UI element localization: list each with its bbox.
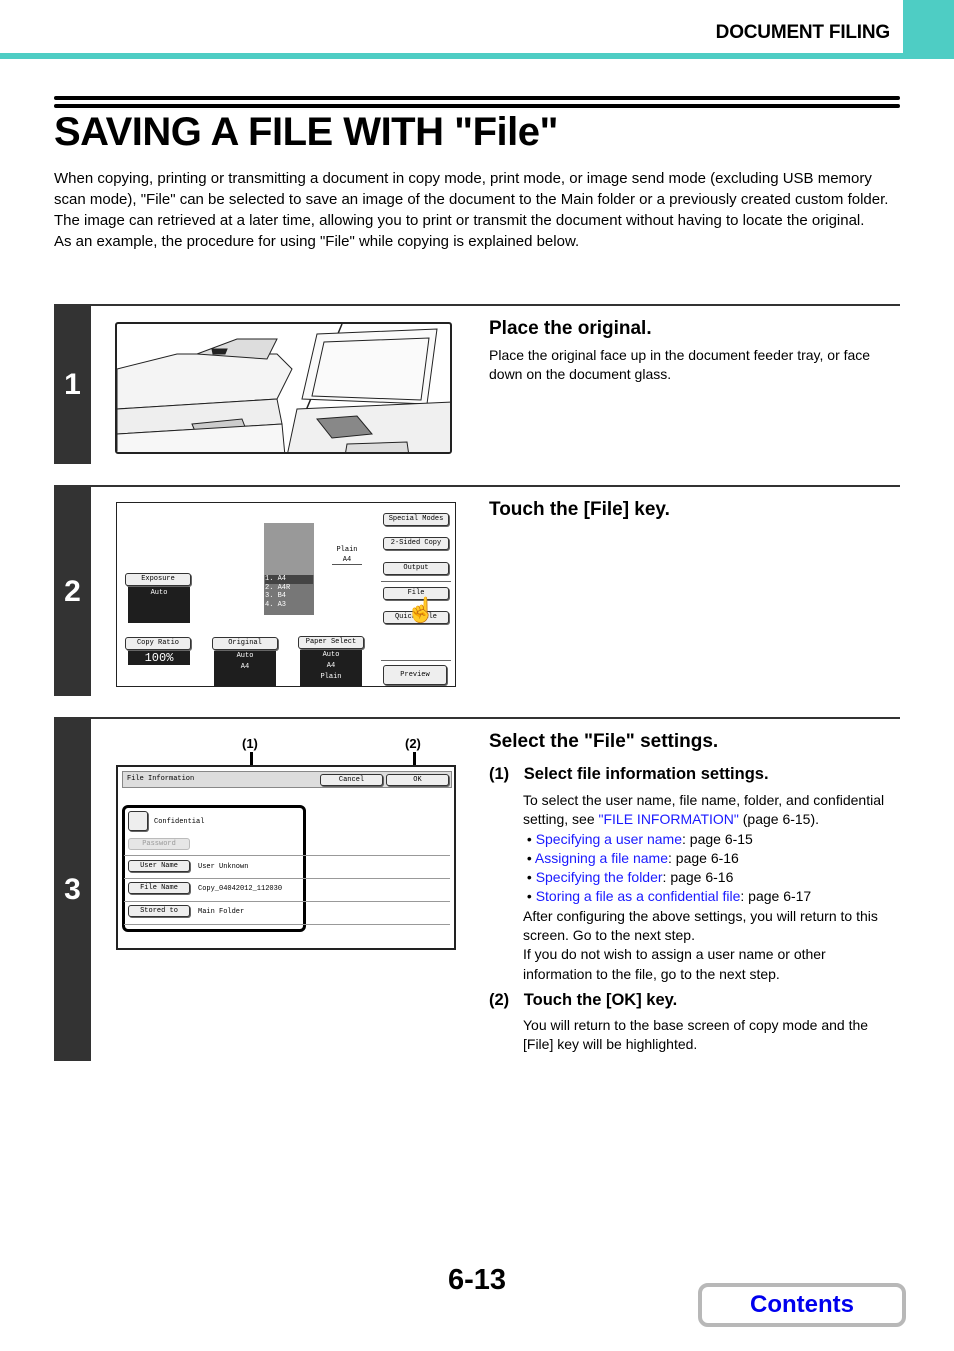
intro-paragraph-1: When copying, printing or transmitting a… [54, 170, 889, 229]
paper-select-size: A4 [326, 662, 336, 670]
output-paper-type: Plain [336, 546, 358, 554]
header-accent-block [903, 0, 954, 59]
step-number: 1 [54, 306, 91, 464]
section-title: DOCUMENT FILING [715, 22, 891, 43]
confidential-label: Confidential [154, 818, 205, 826]
user-name-button[interactable]: User Name [128, 860, 190, 872]
original-value: Auto [236, 652, 254, 660]
title-rule-bottom [54, 104, 900, 108]
substep-1-title: Select file information settings. [523, 765, 769, 783]
step-1-title: Place the original. [489, 318, 652, 339]
substep-1-body: To select the user name, file name, fold… [523, 791, 895, 984]
file-information-screen: File Information Cancel OK Confidential … [116, 765, 456, 950]
user-name-value: User Unknown [198, 863, 249, 871]
step-1: 1 Place the original. Place the original… [54, 304, 900, 464]
page-ref: : page 6-17 [740, 888, 812, 905]
file-name-button[interactable]: File Name [128, 882, 190, 894]
page-ref: : page 6-16 [662, 869, 734, 886]
link-specifying-user-name[interactable]: Specifying a user name [536, 831, 682, 847]
copier-illustration [115, 322, 452, 454]
link-specifying-folder[interactable]: Specifying the folder [536, 869, 663, 885]
original-size: A4 [240, 663, 250, 671]
tray-item[interactable]: 4. A3 [265, 601, 313, 610]
paper-select-button[interactable]: Paper Select [298, 636, 364, 649]
file-name-value: Copy_04042012_112030 [198, 885, 283, 893]
substep-1-after-2: If you do not wish to assign a user name… [523, 946, 826, 982]
two-sided-copy-button[interactable]: 2-Sided Copy [383, 537, 449, 550]
step-3-title: Select the "File" settings. [489, 731, 719, 752]
contents-button[interactable]: Contents [698, 1283, 906, 1327]
title-rule-top [54, 96, 900, 100]
special-modes-button[interactable]: Special Modes [383, 513, 449, 526]
intro-text: When copying, printing or transmitting a… [54, 168, 900, 252]
page-title: SAVING A FILE WITH "File" [54, 110, 558, 154]
link-assigning-file-name[interactable]: Assigning a file name [535, 850, 668, 866]
stored-to-value: Main Folder [198, 908, 245, 916]
intro-paragraph-2: As an example, the procedure for using "… [54, 233, 580, 250]
step-3: 3 (1) (2) File Information Cancel OK Con… [54, 717, 900, 1061]
step-2-title: Touch the [File] key. [489, 499, 670, 520]
copy-ratio-value: 100% [128, 651, 190, 665]
step-number: 2 [54, 487, 91, 696]
copy-mode-screen: 1. A4 2. A4R 3. B4 4. A3 Plain A4 Specia… [116, 502, 456, 687]
hand-pointer-icon: ☝ [406, 597, 436, 624]
reference-list: • Specifying a user name: page 6-15 • As… [523, 830, 895, 907]
page-number: 6-13 [448, 1264, 507, 1296]
password-button[interactable]: Password [128, 838, 190, 850]
substep-1-after-1: After configuring the above settings, yo… [523, 907, 878, 944]
link-confidential-file[interactable]: Storing a file as a confidential file [536, 888, 741, 904]
output-button[interactable]: Output [383, 562, 449, 575]
step-2: 2 1. A4 2. A4R 3. B4 4. A3 Plain A4 Spec… [54, 485, 900, 696]
copy-ratio-button[interactable]: Copy Ratio [125, 637, 191, 650]
list-item: • Specifying the folder: page 6-16 [523, 869, 734, 886]
step-number: 3 [54, 719, 91, 1061]
file-information-link[interactable]: "FILE INFORMATION" [599, 811, 739, 827]
substep-1-heading: (1) Select file information settings. [489, 765, 769, 784]
callout-2-label: (2) [405, 736, 421, 751]
substep-1-text-after: (page 6-15). [738, 811, 820, 828]
output-paper-size: A4 [332, 556, 362, 565]
original-value-box: Auto A4 [214, 651, 276, 686]
page-ref: : page 6-15 [682, 830, 753, 847]
cancel-button[interactable]: Cancel [320, 774, 383, 786]
callout-1-label: (1) [242, 736, 258, 751]
list-item: • Storing a file as a confidential file:… [523, 888, 812, 905]
copier-image-icon [117, 324, 450, 452]
paper-select-type: Plain [320, 673, 342, 681]
substep-2-label: (2) [489, 991, 510, 1009]
confidential-checkbox[interactable] [128, 811, 148, 831]
list-item: • Specifying a user name: page 6-15 [523, 830, 753, 847]
original-button[interactable]: Original [212, 637, 278, 650]
step-1-text: Place the original face up in the docume… [489, 347, 871, 383]
list-item: • Assigning a file name: page 6-16 [523, 849, 739, 866]
exposure-button[interactable]: Exposure [125, 573, 191, 586]
tray-list: 1. A4 2. A4R 3. B4 4. A3 [265, 575, 313, 609]
paper-select-value-box: Auto A4 Plain [300, 650, 362, 686]
substep-2-title: Touch the [OK] key. [523, 991, 678, 1009]
substep-2-heading: (2) Touch the [OK] key. [489, 991, 677, 1010]
substep-1-label: (1) [489, 765, 510, 783]
header-accent-bar [0, 53, 954, 59]
exposure-value: Auto [128, 587, 190, 623]
stored-to-button[interactable]: Stored to [128, 905, 190, 917]
file-info-title: File Information [127, 775, 195, 783]
tray-item[interactable]: 2. A4R [265, 584, 313, 593]
page-ref: : page 6-16 [668, 849, 739, 866]
preview-button[interactable]: Preview [383, 665, 447, 685]
paper-select-value: Auto [322, 651, 340, 659]
tray-item[interactable]: 3. B4 [265, 592, 313, 601]
substep-2-text: You will return to the base screen of co… [523, 1017, 869, 1053]
ok-button[interactable]: OK [386, 774, 449, 786]
tray-item[interactable]: 1. A4 [265, 575, 313, 584]
